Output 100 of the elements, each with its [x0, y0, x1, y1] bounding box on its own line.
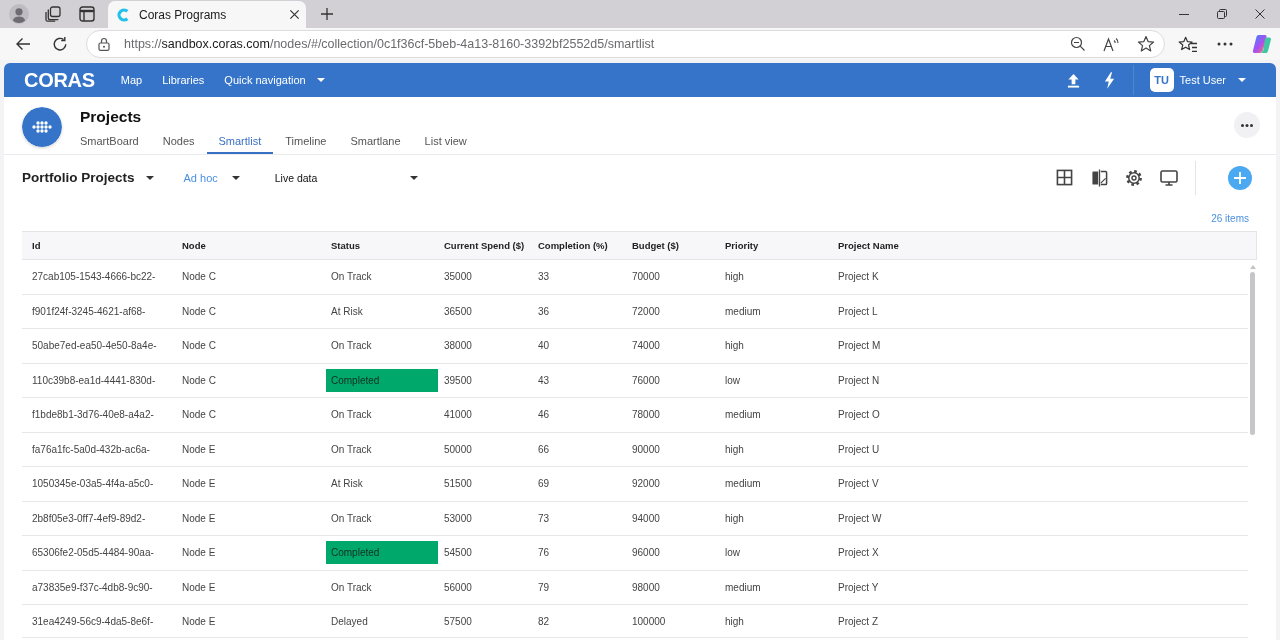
table-cell-text: 82	[537, 615, 551, 627]
table-cell-text: 41000	[443, 409, 473, 421]
caret-icon	[145, 175, 154, 180]
column-header[interactable]: Id	[22, 240, 172, 251]
table-cell-text: 33	[537, 271, 551, 283]
table-cell-text: medium	[724, 305, 762, 317]
table-cell-text: Node E	[181, 478, 217, 490]
mode-dropdown[interactable]: Ad hoc	[183, 171, 240, 184]
table-cell-text: high	[724, 512, 745, 524]
table-cell-text: 96000	[631, 547, 661, 559]
page-title: Projects	[80, 107, 143, 127]
table-cell-text: 36500	[443, 305, 473, 317]
column-header[interactable]: Budget ($)	[622, 240, 715, 251]
nav-link[interactable]: Libraries	[162, 74, 205, 86]
settings-icon	[1125, 168, 1143, 187]
table-cell-text: 98000	[631, 581, 661, 593]
browser-tab[interactable]: Coras Programs	[108, 1, 306, 28]
upload-icon	[1067, 72, 1081, 88]
table-cell-text: Node E	[181, 443, 217, 455]
table-cell-text: 50abe7ed-ea50-4e50-8a4e-	[31, 340, 158, 352]
table-cell-text: 74000	[631, 340, 661, 352]
column-header[interactable]: Project Name	[828, 240, 1256, 251]
status-label: Delayed	[330, 614, 369, 629]
table-cell-text: 51500	[443, 478, 473, 490]
split-panel-icon	[1090, 168, 1108, 187]
url-text[interactable]: https://sandbox.coras.com/nodes/#/collection/0c1f36cf-5beb-4a13-8160-3392bf2552d5/smartlist	[124, 37, 655, 51]
nav-link[interactable]: Map	[120, 74, 143, 86]
table-cell-text: Project N	[837, 374, 881, 386]
table-cell-text: high	[724, 443, 745, 455]
table-cell-text: 69	[537, 478, 551, 490]
table-cell-text: 90000	[631, 443, 661, 455]
user-menu[interactable]: TU Test User	[1149, 68, 1246, 92]
grid-icon	[1055, 169, 1073, 186]
star-icon	[1137, 35, 1155, 53]
table-cell-text: Node C	[181, 340, 217, 352]
window-icon	[79, 6, 95, 22]
table-cell-text: 50000	[443, 443, 473, 455]
table-cell-text: 79	[537, 581, 551, 593]
table-cell-text: high	[724, 615, 745, 627]
table-cell-text: f901f24f-3245-4621-af68-	[31, 305, 147, 317]
table-cell-text: Project K	[837, 271, 880, 283]
table-cell-text: Project L	[837, 305, 879, 317]
table-cell-text: 27cab105-1543-4666-bc22-	[31, 271, 157, 283]
add-button[interactable]	[1228, 165, 1252, 190]
table-cell-text: 94000	[631, 512, 661, 524]
table-cell-text: high	[724, 340, 745, 352]
table-cell-text: Project M	[837, 340, 882, 352]
monitor-icon	[1160, 169, 1178, 186]
table-cell-text: medium	[724, 581, 762, 593]
table-cell-text: 66	[537, 443, 551, 455]
lightning-icon	[1104, 71, 1116, 89]
status-label: At Risk	[330, 304, 364, 319]
scrollbar-thumb[interactable]	[1250, 272, 1255, 435]
table-cell-text: 53000	[443, 512, 473, 524]
table-cell-text: low	[724, 374, 741, 386]
column-header[interactable]: Node	[172, 240, 321, 251]
status-label: On Track	[330, 511, 373, 526]
table-cell-text: Project Y	[837, 581, 880, 593]
column-header[interactable]: Status	[321, 240, 438, 251]
more-options-button[interactable]	[1234, 112, 1260, 138]
status-label: On Track	[330, 270, 373, 285]
refresh-icon	[52, 36, 68, 52]
status-label: At Risk	[330, 477, 364, 492]
caret-icon	[1238, 78, 1246, 82]
view-tab[interactable]: Nodes	[150, 127, 207, 154]
table-cell-text: 70000	[631, 271, 661, 283]
data-source-dropdown[interactable]: Live data	[271, 165, 424, 190]
table-cell-text: Node E	[181, 512, 217, 524]
table-cell-text: Project X	[837, 547, 880, 559]
view-tab[interactable]: SmartBoard	[68, 127, 151, 154]
table-cell-text: 110c39b8-ea1d-4441-830d-	[31, 374, 157, 386]
table-cell-text: 39500	[443, 374, 473, 386]
lock-icon	[98, 37, 110, 51]
column-header[interactable]: Current Spend ($)	[438, 240, 528, 251]
column-header[interactable]: Priority	[715, 240, 828, 251]
table-cell-text: Node C	[181, 305, 217, 317]
table-cell-text: 65306fe2-05d5-4484-90aa-	[31, 547, 155, 559]
table-cell-text: a73835e9-f37c-4db8-9c90-	[31, 581, 154, 593]
view-tab[interactable]: List view	[412, 127, 479, 154]
table-cell-text: 57500	[443, 615, 473, 627]
address-bar[interactable]: https://sandbox.coras.com/nodes/#/collection/0c1f36cf-5beb-4a13-8160-3392bf2552d5/smartlist	[86, 30, 1165, 58]
table-cell-text: high	[724, 271, 745, 283]
view-selector[interactable]: Portfolio Projects	[22, 170, 154, 185]
logo-text[interactable]: CORAS	[24, 68, 95, 92]
view-tab[interactable]: Timeline	[273, 127, 339, 154]
person-icon	[9, 4, 29, 24]
table-cell-text: 56000	[443, 581, 473, 593]
dot-grid-badge-icon	[22, 107, 62, 147]
table-cell-text: fa76a1fc-5a0d-432b-ac6a-	[31, 443, 151, 455]
caret-icon	[316, 78, 325, 82]
column-header[interactable]: Completion (%)	[528, 240, 622, 251]
nav-dropdown[interactable]: Quick navigation	[224, 74, 325, 86]
view-tab[interactable]: Smartlist	[206, 127, 274, 154]
status-label: Completed	[326, 541, 438, 565]
view-tab[interactable]: Smartlane	[338, 127, 413, 154]
table-cell-text: 100000	[631, 615, 667, 627]
item-count: 26 items	[1211, 212, 1249, 224]
table-cell-text: 92000	[631, 478, 661, 490]
table-cell-text: Node E	[181, 581, 217, 593]
close-icon	[289, 9, 300, 20]
